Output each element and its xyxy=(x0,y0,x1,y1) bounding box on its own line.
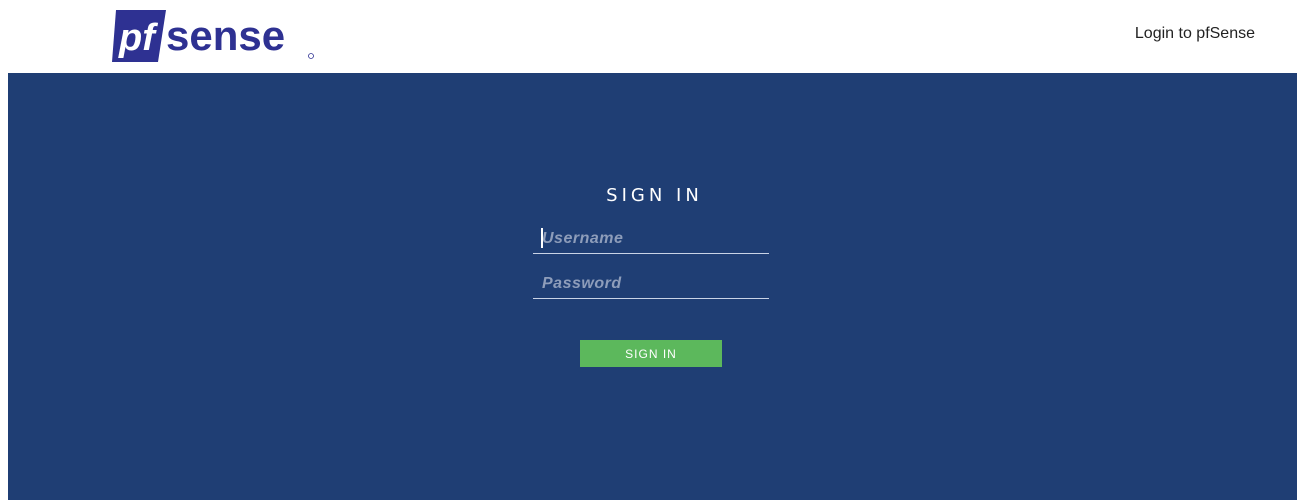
login-panel: SIGN IN SIGN IN xyxy=(8,73,1297,500)
page-title: Login to pfSense xyxy=(1134,25,1255,42)
signin-heading: SIGN IN xyxy=(606,185,703,206)
logo-sense-text: sense xyxy=(166,12,285,59)
username-input[interactable] xyxy=(533,224,769,254)
password-input[interactable] xyxy=(533,269,769,299)
top-header: pf sense Login to pfSense xyxy=(0,0,1297,73)
text-caret xyxy=(541,228,543,248)
pfsense-logo[interactable]: pf sense xyxy=(112,6,322,64)
signin-button[interactable]: SIGN IN xyxy=(580,340,722,367)
logo-pf-text: pf xyxy=(118,17,158,59)
